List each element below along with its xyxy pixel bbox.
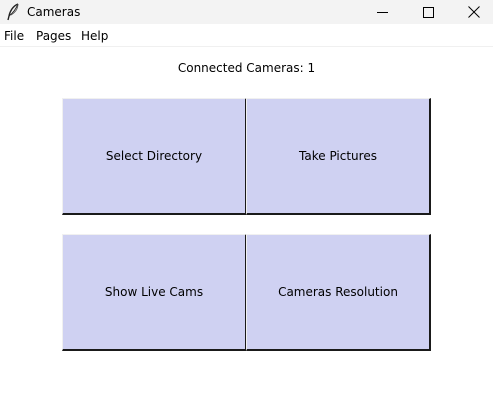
- minimize-icon: [376, 7, 388, 18]
- maximize-button[interactable]: [405, 0, 451, 24]
- select-directory-button[interactable]: Select Directory: [62, 98, 247, 215]
- feather-icon: [6, 3, 20, 21]
- take-pictures-label: Take Pictures: [299, 149, 377, 163]
- maximize-icon: [422, 6, 434, 18]
- show-live-cams-button[interactable]: Show Live Cams: [62, 234, 247, 351]
- close-icon: [468, 6, 480, 18]
- show-live-cams-label: Show Live Cams: [104, 285, 204, 299]
- take-pictures-button[interactable]: Take Pictures: [246, 98, 431, 215]
- menu-help[interactable]: Help: [81, 29, 108, 43]
- select-directory-label: Select Directory: [105, 149, 203, 163]
- cameras-resolution-button[interactable]: Cameras Resolution: [246, 234, 431, 351]
- menu-pages[interactable]: Pages: [36, 29, 71, 43]
- title-bar: Cameras: [0, 0, 493, 24]
- window-title: Cameras: [27, 5, 81, 19]
- cameras-resolution-label: Cameras Resolution: [278, 285, 398, 299]
- menu-bar: File Pages Help: [0, 24, 493, 47]
- menu-file[interactable]: File: [4, 29, 24, 43]
- close-button[interactable]: [451, 0, 493, 24]
- minimize-button[interactable]: [359, 0, 405, 24]
- connected-cameras-label: Connected Cameras: 1: [177, 61, 316, 75]
